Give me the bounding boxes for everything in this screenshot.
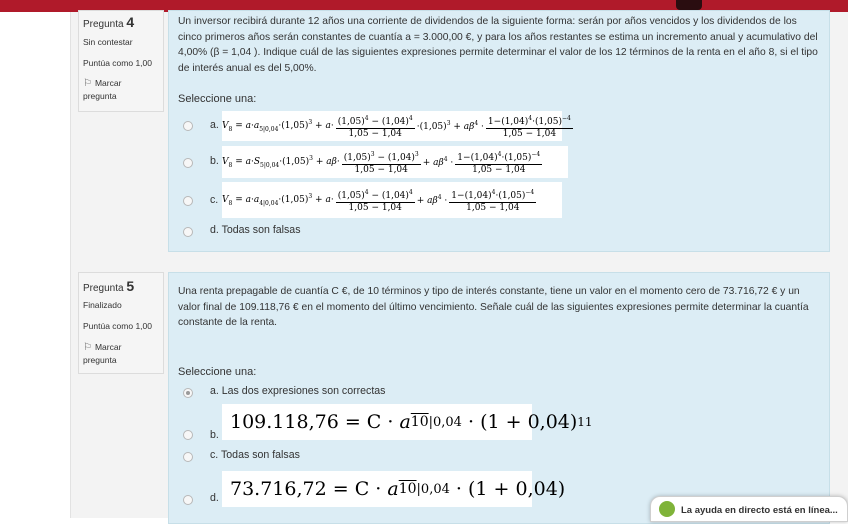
answer-prompt: Seleccione una:	[178, 93, 257, 105]
option-a-formula: V8 = a·a5|0,04·(1,05)3 + a· (1,05)4 − (1…	[222, 111, 573, 141]
option-c-formula: V8 = a·a4|0,04·(1,05)3 + a· (1,05)4 − (1…	[222, 182, 562, 218]
option-c-radio[interactable]	[183, 196, 193, 206]
option-d-radio[interactable]	[183, 227, 193, 237]
question-grade: Puntúa como 1,00	[83, 58, 152, 68]
option-b-radio[interactable]	[183, 430, 193, 440]
chat-avatar-icon	[659, 501, 675, 517]
option-d-radio[interactable]	[183, 495, 193, 505]
option-c-label[interactable]: c.	[210, 194, 218, 206]
option-a-label[interactable]: a. Las dos expresiones son correctas	[210, 385, 385, 397]
option-c-radio[interactable]	[183, 452, 193, 462]
option-a-label[interactable]: a.	[210, 119, 219, 131]
live-chat-widget[interactable]: La ayuda en directo está en línea...	[650, 496, 848, 522]
option-b-label[interactable]: b.	[210, 155, 219, 167]
question-text: Una renta prepagable de cuantía C €, de …	[178, 286, 809, 328]
option-d-formula: 73.716,72 = C · a 10|0,04 · (1 + 0,04)	[222, 471, 565, 507]
flag-question-link[interactable]: ⚐ Marcar pregunta	[83, 341, 121, 367]
question-number: Pregunta 4	[83, 14, 135, 30]
option-d-label[interactable]: d. Todas son falsas	[210, 224, 301, 236]
question-number: Pregunta 5	[83, 278, 135, 294]
flag-icon: ⚐	[83, 78, 92, 89]
answer-prompt: Seleccione una:	[178, 366, 257, 378]
option-b-formula: V8 = a·S5|0,04·(1,05)3 + aβ· (1,05)3 − (…	[222, 146, 568, 178]
flag-question-link[interactable]: ⚐ Marcar pregunta	[83, 77, 121, 103]
site-logo	[676, 0, 702, 10]
question-state: Sin contestar	[83, 37, 133, 47]
question-state: Finalizado	[83, 300, 122, 310]
question-4-info: Pregunta 4 Sin contestar Puntúa como 1,0…	[78, 10, 164, 112]
live-chat-label[interactable]: La ayuda en directo está en línea...	[681, 505, 838, 516]
question-grade: Puntúa como 1,00	[83, 321, 152, 331]
option-a-radio[interactable]	[183, 388, 193, 398]
question-text: Un inversor recibirá durante 12 años una…	[178, 16, 818, 74]
option-c-label[interactable]: c. Todas son falsas	[210, 449, 300, 461]
flag-icon: ⚐	[83, 342, 92, 353]
option-b-label[interactable]: b.	[210, 429, 219, 441]
question-5-info: Pregunta 5 Finalizado Puntúa como 1,00 ⚐…	[78, 272, 164, 374]
option-d-label[interactable]: d.	[210, 492, 219, 504]
option-b-formula: 109.118,76 = C · a 10|0,04 · (1 + 0,04) 11	[222, 404, 593, 440]
option-b-radio[interactable]	[183, 158, 193, 168]
option-a-radio[interactable]	[183, 121, 193, 131]
